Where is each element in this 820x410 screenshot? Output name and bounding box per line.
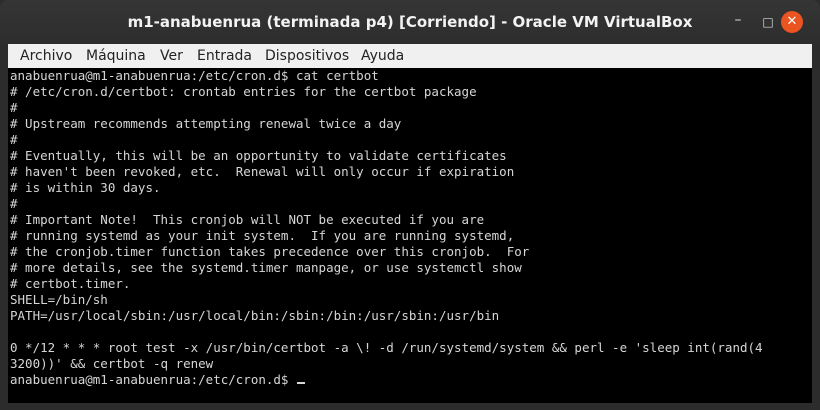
window-title: m1-anabuenrua (terminada p4) [Corriendo]… [127,13,693,31]
menu-ayuda[interactable]: Ayuda [361,44,404,68]
terminal-line: # [10,132,18,147]
menu-entrada[interactable]: Entrada [197,44,252,68]
maximize-button[interactable]: □ [757,11,779,33]
menu-ver[interactable]: Ver [160,44,183,68]
terminal-line: # the cronjob.timer function takes prece… [10,244,530,259]
terminal-line: # more details, see the systemd.timer ma… [10,260,522,275]
terminal-line: # [10,196,18,211]
menu-maquina[interactable]: Máquina [86,44,146,68]
terminal-line: 3200))' && certbot -q renew [10,356,214,371]
menu-dispositivos[interactable]: Dispositivos [265,44,349,68]
window-bottom-border [0,403,820,410]
terminal-line: # Upstream recommends attempting renewal… [10,116,402,131]
terminal-line: anabuenrua@m1-anabuenrua:/etc/cron.d$ ca… [10,68,379,83]
terminal-cursor [296,382,305,384]
terminal-line: # certbot.timer. [10,276,131,291]
terminal-line: # /etc/cron.d/certbot: crontab entries f… [10,84,477,99]
menu-bar: Archivo Máquina Ver Entrada Dispositivos… [8,44,812,69]
terminal-prompt-line: anabuenrua@m1-anabuenrua:/etc/cron.d$ [10,372,305,388]
terminal-prompt: anabuenrua@m1-anabuenrua:/etc/cron.d$ [10,372,296,387]
terminal-line: # haven't been revoked, etc. Renewal wil… [10,164,515,179]
terminal-line: # [10,100,18,115]
terminal-line: # Eventually, this will be an opportunit… [10,148,507,163]
terminal-line: 0 */12 * * * root test -x /usr/bin/certb… [10,340,763,355]
title-bar[interactable]: m1-anabuenrua (terminada p4) [Corriendo]… [0,0,820,44]
minimize-button[interactable]: – [727,11,749,33]
close-button[interactable]: ✕ [781,11,803,33]
terminal-line: # is within 30 days. [10,180,161,195]
terminal-line: # Important Note! This cronjob will NOT … [10,212,485,227]
terminal-screen[interactable]: anabuenrua@m1-anabuenrua:/etc/cron.d$ ca… [8,68,812,403]
terminal-line: # running systemd as your init system. I… [10,228,515,243]
menu-archivo[interactable]: Archivo [20,44,72,68]
virtualbox-window: m1-anabuenrua (terminada p4) [Corriendo]… [0,0,820,410]
terminal-line: SHELL=/bin/sh [10,292,108,307]
terminal-line: PATH=/usr/local/sbin:/usr/local/bin:/sbi… [10,308,500,323]
